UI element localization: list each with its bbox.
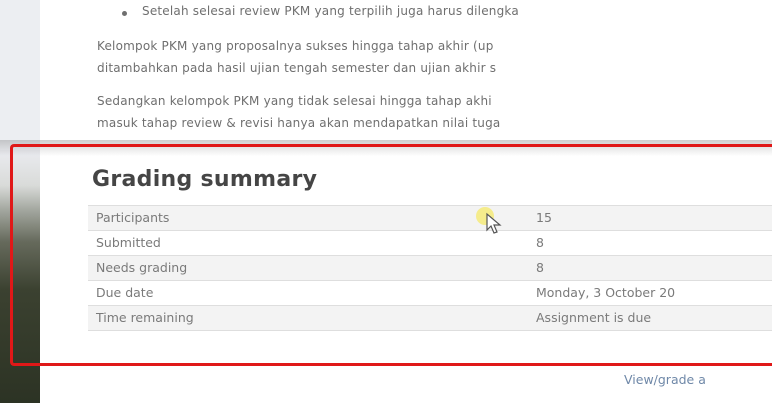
table-row: Participants 15 (88, 205, 772, 230)
table-row: Needs grading 8 (88, 255, 772, 280)
row-label: Time remaining (96, 310, 194, 325)
row-value: Monday, 3 October 20 (536, 285, 676, 300)
row-label: Submitted (96, 235, 161, 250)
table-row: Submitted 8 (88, 230, 772, 255)
paragraph-1-line-1: Kelompok PKM yang proposalnya sukses hin… (97, 39, 494, 53)
left-edge-upper (0, 0, 40, 150)
view-grade-link[interactable]: View/grade a (624, 372, 706, 387)
row-value: 15 (536, 210, 552, 225)
row-value: Assignment is due (536, 310, 652, 325)
paragraph-1-line-2: ditambahkan pada hasil ujian tengah seme… (97, 61, 497, 75)
grading-summary-table: Participants 15 Submitted 8 Needs gradin… (88, 205, 772, 331)
grading-summary-title: Grading summary (92, 167, 318, 192)
bullet-icon (122, 11, 127, 16)
paragraph-2-line-1: Sedangkan kelompok PKM yang tidak selesa… (97, 94, 492, 108)
bullet-text: Setelah selesai review PKM yang terpilih… (142, 4, 519, 18)
table-row: Due date Monday, 3 October 20 (88, 280, 772, 305)
row-label: Due date (96, 285, 154, 300)
row-value: 8 (536, 235, 544, 250)
row-value: 8 (536, 260, 544, 275)
table-row: Time remaining Assignment is due (88, 305, 772, 331)
row-label: Needs grading (96, 260, 188, 275)
mouse-cursor-icon (476, 207, 502, 234)
row-label: Participants (96, 210, 170, 225)
paragraph-2-line-2: masuk tahap review & revisi hanya akan m… (97, 116, 501, 130)
